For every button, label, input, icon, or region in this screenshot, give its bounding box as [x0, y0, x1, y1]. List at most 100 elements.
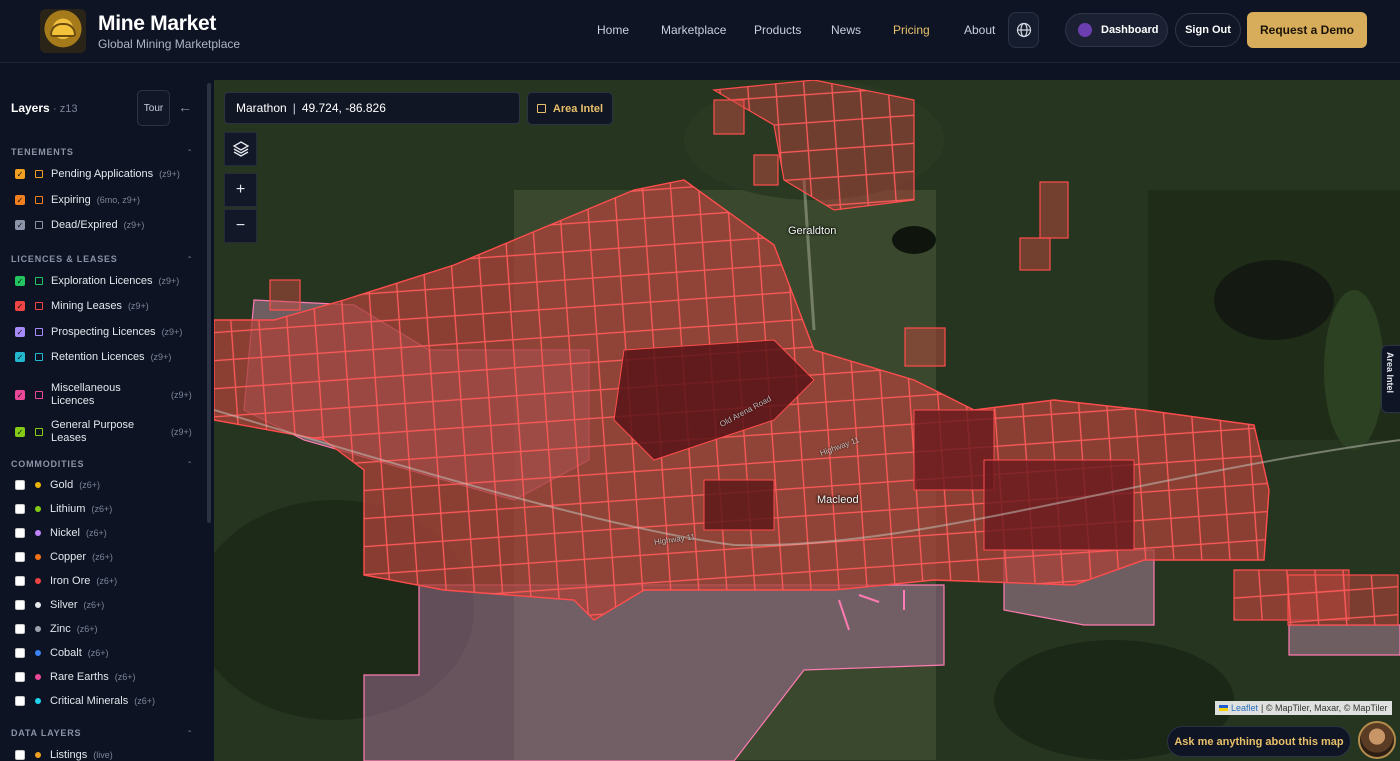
nav-news[interactable]: News — [831, 23, 861, 37]
brand-title[interactable]: Mine Market — [98, 12, 216, 36]
section-title-data-layers: DATA LAYERS — [11, 728, 82, 738]
layer-row-zinc[interactable]: Zinc (z6+) — [15, 621, 98, 637]
layer-row-prospecting-licences[interactable]: ✓ Prospecting Licences (z9+) — [15, 324, 182, 340]
nav-marketplace[interactable]: Marketplace — [661, 23, 726, 37]
layer-zoom-licence-2: (z9+) — [161, 327, 183, 337]
layer-dot-critical-minerals — [35, 698, 41, 704]
layer-label-lithium: Lithium — [50, 503, 86, 515]
globe-icon — [1016, 22, 1031, 38]
section-collapse-commodities[interactable]: - — [188, 457, 191, 468]
section-collapse-data-layers[interactable]: - — [188, 726, 191, 737]
collapse-arrow-icon[interactable]: ← — [178, 99, 192, 115]
layer-zoom-critical-minerals: (z6+) — [134, 696, 156, 706]
layer-row-exploration-licences[interactable]: ✓ Exploration Licences (z9+) — [15, 273, 179, 289]
request-demo-button[interactable]: Request a Demo — [1247, 12, 1367, 48]
attribution-text: | © MapTiler, Maxar, © MapTiler — [1261, 703, 1388, 713]
layer-label-gold: Gold — [50, 479, 74, 491]
nav-products[interactable]: Products — [754, 23, 801, 37]
layer-row-lithium[interactable]: Lithium (z6+) — [15, 501, 112, 517]
mine-market-logo[interactable] — [40, 9, 86, 53]
layer-dot-lithium — [35, 506, 41, 512]
layer-row-mining-leases[interactable]: ✓ Mining Leases (z9+) — [15, 298, 149, 314]
layer-checkbox-rare-earths[interactable] — [15, 672, 25, 682]
layer-row-critical-minerals[interactable]: Critical Minerals (z6+) — [15, 693, 155, 709]
layer-label-zinc: Zinc — [50, 623, 71, 635]
layer-checkbox-general-purpose-leases[interactable]: ✓ — [15, 427, 25, 437]
nav-pricing[interactable]: Pricing — [893, 23, 930, 37]
map-view[interactable]: Geraldton Macleod Old Arena Road Highway… — [214, 80, 1400, 761]
layer-zoom-silver: (z6+) — [83, 600, 105, 610]
layer-checkbox-gold[interactable] — [15, 480, 25, 490]
layer-zoom-licence-4: (z9+) — [171, 390, 192, 400]
dashboard-button[interactable]: Dashboard — [1065, 13, 1168, 47]
layer-checkbox-dead-expired[interactable]: ✓ — [15, 220, 25, 230]
layer-row-rare-earths[interactable]: Rare Earths (z6+) — [15, 669, 135, 685]
layer-row-gold[interactable]: Gold (z6+) — [15, 477, 100, 493]
layer-checkbox-cobalt[interactable] — [15, 648, 25, 658]
nav-about[interactable]: About — [964, 23, 995, 37]
side-tab-label: Area Intel — [1385, 352, 1395, 394]
ukraine-flag-icon — [1219, 705, 1228, 711]
separator: | — [292, 101, 296, 115]
layer-zoom-iron-ore: (z6+) — [96, 576, 118, 586]
sidebar-scrollbar[interactable] — [207, 83, 211, 523]
layer-zoom-nickel: (z6+) — [85, 528, 107, 538]
layer-checkbox-lithium[interactable] — [15, 504, 25, 514]
layer-swatch-prospecting-licences — [35, 328, 43, 336]
layer-zoom-rare-earths: (z6+) — [114, 672, 136, 682]
layer-row-miscellaneous-licences[interactable]: ✓ Miscellaneous Licences (z9+) — [15, 381, 192, 409]
layer-swatch-dead-expired — [35, 221, 43, 229]
layer-checkbox-copper[interactable] — [15, 552, 25, 562]
layer-swatch-pending-applications — [35, 170, 43, 178]
layer-dot-copper — [35, 554, 41, 560]
layer-label-prospecting-licences: Prospecting Licences — [51, 326, 156, 338]
leaflet-link[interactable]: Leaflet — [1231, 703, 1258, 713]
zoom-in-button[interactable]: + — [224, 173, 257, 207]
layer-checkbox-nickel[interactable] — [15, 528, 25, 538]
layer-checkbox-mining-leases[interactable]: ✓ — [15, 301, 25, 311]
layer-row-copper[interactable]: Copper (z6+) — [15, 549, 113, 565]
layer-row-silver[interactable]: Silver (z6+) — [15, 597, 104, 613]
layer-label-nickel: Nickel — [50, 527, 80, 539]
layer-row-iron-ore[interactable]: Iron Ore (z6+) — [15, 573, 117, 589]
layer-checkbox-critical-minerals[interactable] — [15, 696, 25, 706]
sign-out-button[interactable]: Sign Out — [1175, 13, 1241, 47]
layer-row-dead-expired[interactable]: ✓ Dead/Expired (z9+) — [15, 217, 144, 233]
layers-zoom-level: · z13 — [53, 103, 78, 115]
assistant-avatar[interactable] — [1358, 721, 1396, 759]
area-intel-button[interactable]: Area Intel — [527, 92, 613, 125]
layer-label-copper: Copper — [50, 551, 87, 563]
layer-checkbox-zinc[interactable] — [15, 624, 25, 634]
layer-row-listings[interactable]: Listings (live) — [15, 747, 113, 761]
location-coords: 49.724, -86.826 — [301, 101, 386, 115]
section-title-commodities: COMMODITIES — [11, 459, 85, 469]
nav-home[interactable]: Home — [597, 23, 629, 37]
area-intel-side-tab[interactable]: Area Intel — [1381, 345, 1400, 413]
layer-checkbox-exploration-licences[interactable]: ✓ — [15, 276, 25, 286]
layer-checkbox-silver[interactable] — [15, 600, 25, 610]
layer-checkbox-prospecting-licences[interactable]: ✓ — [15, 327, 25, 337]
layer-checkbox-miscellaneous-licences[interactable]: ✓ — [15, 390, 25, 400]
layer-row-pending-applications[interactable]: ✓ Pending Applications (z9+) — [15, 166, 180, 182]
ask-assistant-button[interactable]: Ask me anything about this map — [1167, 726, 1351, 757]
tour-button[interactable]: Tour — [137, 90, 170, 126]
layer-row-retention-licences[interactable]: ✓ Retention Licences (z9+) — [15, 349, 171, 365]
section-collapse-tenements[interactable]: - — [188, 145, 191, 156]
section-collapse-licences[interactable]: - — [188, 252, 191, 263]
layer-checkbox-pending-applications[interactable]: ✓ — [15, 169, 25, 179]
layers-sidebar: Layers · z13 Tour ← TENEMENTS - ✓ Pending… — [0, 80, 214, 761]
layer-swatch-mining-leases — [35, 302, 43, 310]
layer-checkbox-listings[interactable] — [15, 750, 25, 760]
language-button[interactable] — [1008, 12, 1039, 48]
layer-row-general-purpose-leases[interactable]: ✓ General Purpose Leases (z9+) — [15, 418, 192, 446]
layer-checkbox-retention-licences[interactable]: ✓ — [15, 352, 25, 362]
layers-toggle-button[interactable] — [224, 132, 257, 166]
layer-row-expiring[interactable]: ✓ Expiring (6mo, z9+) — [15, 192, 140, 208]
layer-row-nickel[interactable]: Nickel (z6+) — [15, 525, 107, 541]
location-search-input[interactable]: Marathon | 49.724, -86.826 — [224, 92, 520, 124]
layer-checkbox-expiring[interactable]: ✓ — [15, 195, 25, 205]
layer-label-pending-applications: Pending Applications — [51, 168, 154, 180]
layer-checkbox-iron-ore[interactable] — [15, 576, 25, 586]
zoom-out-button[interactable]: − — [224, 209, 257, 243]
layer-row-cobalt[interactable]: Cobalt (z6+) — [15, 645, 109, 661]
